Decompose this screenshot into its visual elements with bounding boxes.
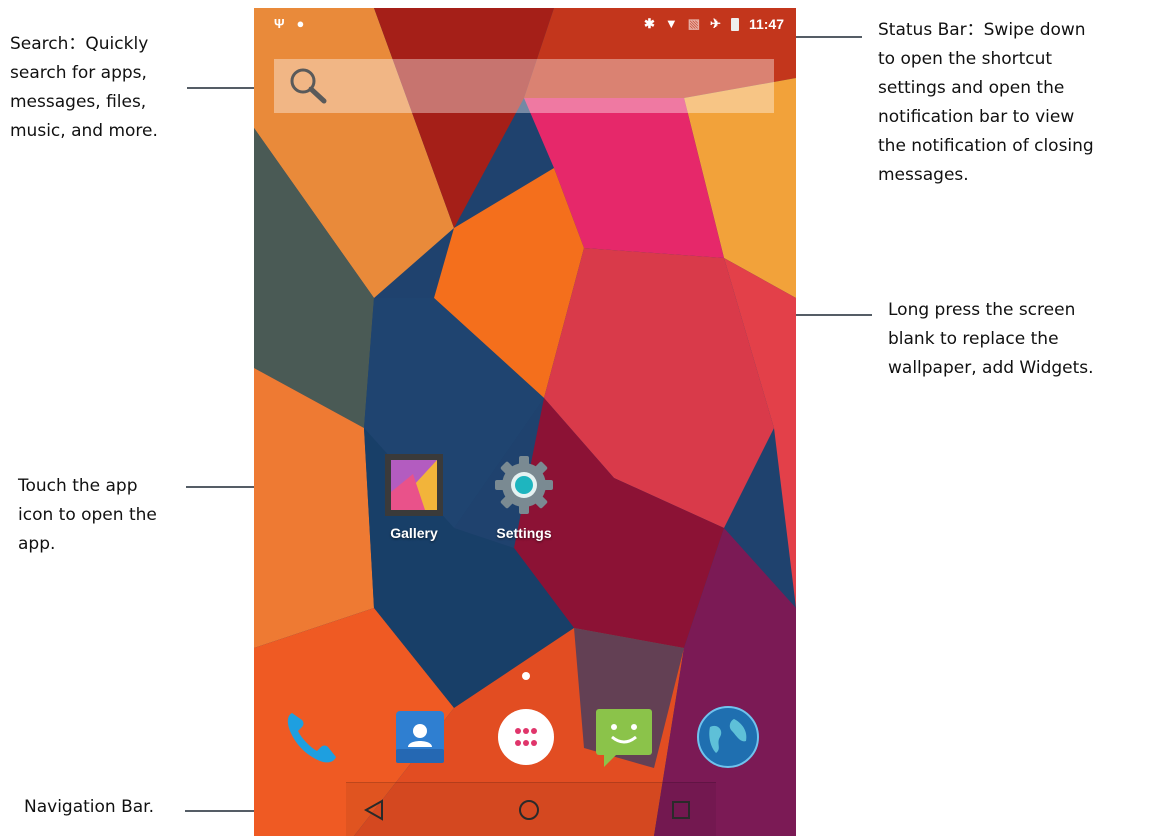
gallery-icon bbox=[385, 454, 443, 516]
recents-icon[interactable] bbox=[666, 795, 696, 825]
app-gallery[interactable]: Gallery bbox=[364, 452, 464, 541]
battery-icon bbox=[730, 17, 739, 31]
wifi-icon: ▼ bbox=[664, 16, 678, 31]
status-bar-annotation: Status Bar：Swipe down to open the shortc… bbox=[878, 20, 1094, 185]
browser-globe-icon bbox=[697, 706, 759, 768]
usb-icon: Ψ bbox=[274, 16, 285, 31]
dock-phone[interactable] bbox=[278, 705, 342, 769]
search-bar[interactable] bbox=[274, 59, 774, 113]
navigation-annotation: Navigation Bar. bbox=[24, 797, 155, 817]
app-label-gallery: Gallery bbox=[390, 525, 438, 541]
airplane-mode-icon: ✈ bbox=[710, 16, 721, 31]
gear-icon bbox=[495, 456, 553, 514]
app-label-settings: Settings bbox=[496, 525, 552, 541]
navigation-bar[interactable] bbox=[346, 782, 716, 836]
dock-browser[interactable] bbox=[696, 705, 760, 769]
wallpaper-annotation: Long press the screen blank to replace t… bbox=[888, 300, 1094, 378]
phone-screen[interactable]: Ψ ● ✱ ▼ ▧ ✈ 11:47 Gallery Settings bbox=[254, 8, 796, 836]
status-bar[interactable]: Ψ ● ✱ ▼ ▧ ✈ 11:47 bbox=[254, 8, 796, 44]
phone-icon bbox=[287, 713, 336, 763]
contacts-icon bbox=[396, 711, 444, 763]
home-icon[interactable] bbox=[514, 795, 544, 825]
dock-app-drawer[interactable] bbox=[494, 705, 558, 769]
back-icon[interactable] bbox=[360, 795, 390, 825]
app-drawer-icon bbox=[498, 709, 554, 765]
messaging-icon bbox=[596, 709, 652, 767]
app-icon-annotation: Touch the app icon to open the app. bbox=[18, 476, 157, 554]
android-debug-icon: ● bbox=[296, 16, 305, 31]
status-time: 11:47 bbox=[748, 16, 784, 32]
app-settings[interactable]: Settings bbox=[474, 452, 574, 541]
dock-messaging[interactable] bbox=[592, 705, 656, 769]
bluetooth-icon: ✱ bbox=[643, 16, 655, 31]
search-annotation: Search：Quickly search for apps, messages… bbox=[10, 34, 158, 141]
search-icon[interactable] bbox=[286, 65, 332, 107]
dock-contacts[interactable] bbox=[388, 705, 452, 769]
page-indicator bbox=[522, 672, 530, 680]
no-sim-icon: ▧ bbox=[687, 16, 701, 31]
